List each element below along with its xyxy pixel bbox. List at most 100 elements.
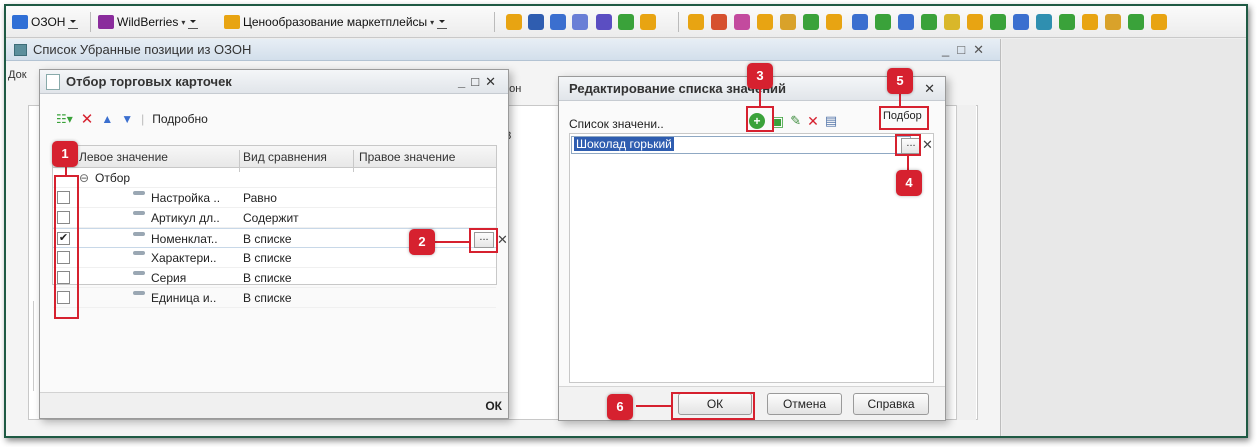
table-blue-icon[interactable] (550, 14, 566, 30)
tool-icon-7[interactable] (826, 14, 842, 30)
save-icon[interactable]: ▤ (825, 113, 837, 129)
list-item-text[interactable]: Шоколад горький (574, 137, 674, 151)
move-down-icon[interactable]: ▼ (121, 112, 133, 126)
chevron-down-icon: ▾ (430, 17, 435, 27)
users-icon[interactable] (596, 14, 612, 30)
annotation-line (434, 241, 470, 243)
row-comparison[interactable]: Равно (243, 191, 277, 205)
annotation-marker: 6 (607, 394, 633, 420)
tool-icon-5[interactable] (780, 14, 796, 30)
tool-icon-20[interactable] (1128, 14, 1144, 30)
tool-icon-14[interactable] (990, 14, 1006, 30)
tool-icon-21[interactable] (1151, 14, 1167, 30)
move-up-icon[interactable]: ▲ (101, 112, 113, 126)
wildberries-menu[interactable]: WildBerries ▾ (98, 13, 199, 31)
wildberries-menu-label: WildBerries (117, 15, 179, 29)
list-item[interactable]: Шоколад горький (571, 136, 911, 154)
help-button[interactable]: Справка (853, 393, 929, 415)
annotation-box (671, 392, 755, 420)
column-header-right-value[interactable]: Правое значение (359, 150, 455, 164)
annotation-marker: 1 (52, 141, 78, 167)
document-icon (46, 73, 60, 90)
list-icon (14, 43, 27, 56)
field-icon (133, 211, 145, 215)
tool-icon-4[interactable] (757, 14, 773, 30)
tool-icon-18[interactable] (1082, 14, 1098, 30)
close-icon[interactable]: ✕ (924, 81, 941, 97)
annotation-marker: 5 (887, 68, 913, 94)
details-button[interactable]: Подробно (152, 112, 208, 126)
toolbar-separator (678, 12, 679, 32)
annotation-box (54, 175, 79, 319)
row-comparison[interactable]: В списке (243, 291, 292, 305)
table-icon[interactable] (528, 14, 544, 30)
tool-icon-12[interactable] (944, 14, 960, 30)
table-row[interactable]: Настройка .. Равно (53, 188, 496, 208)
screenshot-frame: ОЗОН WildBerries ▾ Ценообразование марке… (4, 4, 1248, 438)
tool-icon-15[interactable] (1013, 14, 1029, 30)
delete-icon[interactable]: ✕ (81, 110, 94, 128)
field-icon (133, 291, 145, 295)
ozon-menu-label: ОЗОН (31, 15, 66, 29)
column-header-comparison[interactable]: Вид сравнения (243, 150, 327, 164)
cancel-button[interactable]: Отмена (767, 393, 842, 415)
vertical-scrollbar[interactable] (956, 105, 976, 420)
doc-tab-label[interactable]: Док (8, 69, 27, 81)
tool-icon-3[interactable] (734, 14, 750, 30)
row-comparison[interactable]: В списке (243, 271, 292, 285)
chevron-down-icon: ▾ (181, 17, 186, 27)
clear-icon[interactable]: ✕ (497, 232, 508, 248)
filter-dialog: Отбор торговых карточек _□✕ ☷▾ ✕ ▲ ▼ | П… (39, 69, 509, 419)
empty-workspace (1002, 39, 1246, 436)
tool-icon-9[interactable] (875, 14, 891, 30)
annotation-line (759, 86, 761, 107)
tool-icon-11[interactable] (921, 14, 937, 30)
main-window-title: Список Убранные позиции из ОЗОН (33, 42, 252, 57)
table-light-icon[interactable] (572, 14, 588, 30)
tool-icon-16[interactable] (1036, 14, 1052, 30)
edit-icon[interactable]: ✎ (790, 113, 801, 129)
chart-icon[interactable] (640, 14, 656, 30)
row-comparison[interactable]: В списке (243, 251, 292, 265)
field-icon (133, 232, 145, 236)
tool-icon-6[interactable] (803, 14, 819, 30)
clear-icon[interactable]: ✕ (922, 137, 933, 153)
annotation-box (746, 106, 774, 132)
grid-icon[interactable] (618, 14, 634, 30)
wb-logo-icon (98, 15, 114, 29)
filter-dialog-title: Отбор торговых карточек (66, 74, 232, 89)
chevron-down-icon[interactable] (68, 15, 79, 29)
report-icon[interactable] (506, 14, 522, 30)
tool-icon-10[interactable] (898, 14, 914, 30)
table-row[interactable]: Серия В списке (53, 268, 496, 288)
dropdown-icon[interactable] (188, 15, 199, 29)
add-condition-icon[interactable]: ☷▾ (56, 112, 73, 126)
ozon-menu[interactable]: ОЗОН (12, 13, 79, 31)
row-left-value: Номенклат.. (151, 232, 218, 246)
ok-button[interactable]: ОК (485, 399, 502, 413)
tool-icon-17[interactable] (1059, 14, 1075, 30)
collapse-icon[interactable]: ⊖ (79, 171, 89, 185)
tool-icon-2[interactable] (711, 14, 727, 30)
field-icon (133, 271, 145, 275)
tool-icon-19[interactable] (1105, 14, 1121, 30)
delete-icon[interactable]: ✕ (807, 113, 819, 130)
window-controls[interactable]: _□✕ (942, 42, 992, 58)
tool-icon-13[interactable] (967, 14, 983, 30)
group-row[interactable]: ⊖ Отбор (53, 168, 496, 188)
tool-icon-1[interactable] (688, 14, 704, 30)
row-comparison[interactable]: В списке (243, 232, 292, 246)
pricing-menu-label: Ценообразование маркетплейсы (243, 15, 428, 29)
row-left-value: Серия (151, 271, 187, 285)
table-row[interactable]: Единица и.. В списке (53, 288, 496, 308)
window-controls[interactable]: _□✕ (458, 74, 502, 90)
tool-icon-8[interactable] (852, 14, 868, 30)
table-row[interactable]: Артикул дл.. Содержит (53, 208, 496, 228)
main-window-titlebar: Список Убранные позиции из ОЗОН _□✕ (6, 39, 1000, 61)
filter-dialog-titlebar: Отбор торговых карточек (40, 70, 508, 94)
pricing-menu[interactable]: Ценообразование маркетплейсы ▾ (224, 13, 448, 31)
column-header-left-value[interactable]: Левое значение (79, 150, 168, 164)
dropdown-icon[interactable] (437, 15, 448, 29)
toolbar-separator (90, 12, 91, 32)
row-comparison[interactable]: Содержит (243, 211, 299, 225)
